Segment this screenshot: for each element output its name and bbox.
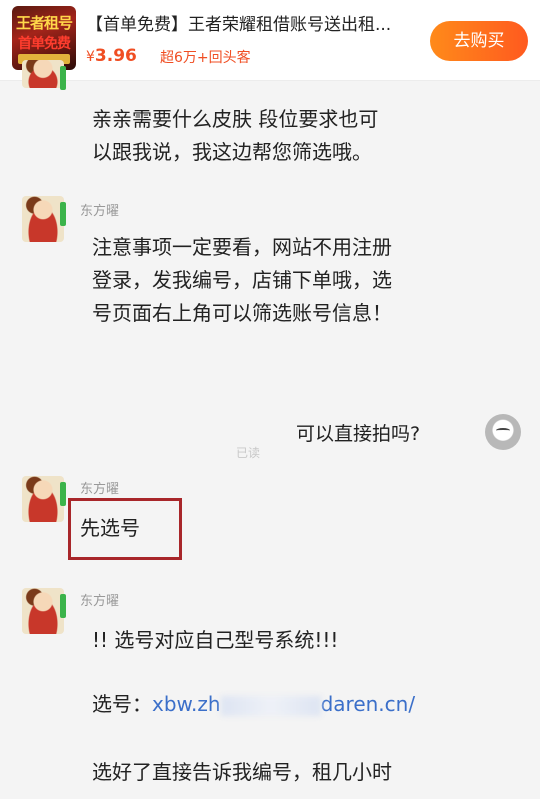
product-title[interactable]: 【首单免费】王者荣耀租借账号送出租...	[86, 10, 426, 35]
price-symbol: ¥	[86, 49, 95, 65]
sender-name: 东方曜	[80, 204, 120, 219]
user-message: 可以直接拍吗?	[296, 423, 421, 445]
chat-message: 先选号	[80, 516, 140, 540]
message-line: 登录，发我编号，店铺下单哦，选	[92, 268, 392, 292]
product-card[interactable]: 王者租号 首单免费 【首单免费】王者荣耀租借账号送出租... ¥3.96 超6万…	[0, 0, 540, 81]
link-text-start: xbw.zh	[152, 692, 221, 716]
sender-name: 东方曜	[80, 482, 120, 497]
seller-avatar[interactable]	[22, 60, 66, 90]
thumbnail-text-top: 王者租号	[15, 14, 73, 32]
blurred-link-segment	[220, 695, 321, 716]
thumbnail-text-bottom: 首单免费	[18, 36, 71, 52]
message-line: 号页面右上角可以筛选账号信息！	[92, 301, 392, 325]
seller-avatar[interactable]	[22, 196, 66, 242]
chat-message: 亲亲需要什么皮肤 段位要求也可 以跟我说，我这边帮您筛选哦。	[92, 103, 378, 169]
buy-button[interactable]: 去购买	[430, 21, 528, 61]
message-line: 亲亲需要什么皮肤 段位要求也可	[92, 107, 379, 131]
sender-name: 东方曜	[80, 594, 120, 609]
message-line: 以跟我说，我这边帮您筛选哦。	[92, 140, 372, 164]
chat-message: 注意事项一定要看，网站不用注册 登录，发我编号，店铺下单哦，选 号页面右上角可以…	[92, 231, 392, 330]
price-value: 3.96	[94, 46, 137, 66]
chat-message: !! 选号对应自己型号系统!!!	[92, 628, 339, 652]
link-text-end: daren.cn/	[320, 692, 416, 716]
product-price: ¥3.96	[86, 46, 137, 66]
read-status: 已读	[236, 446, 261, 460]
shop-link[interactable]: xbw.zh daren.cn/	[152, 692, 415, 716]
link-label: 选号：	[92, 692, 152, 716]
seller-avatar[interactable]	[22, 476, 66, 522]
seller-avatar[interactable]	[22, 588, 66, 634]
user-avatar[interactable]	[485, 414, 521, 450]
message-line: 注意事项一定要看，网站不用注册	[92, 235, 392, 259]
chat-message: 选好了直接告诉我编号，租几小时	[92, 760, 392, 784]
chat-message-link-line: 选号：xbw.zh daren.cn/	[92, 688, 415, 721]
sold-count: 超6万+回头客	[160, 50, 251, 66]
